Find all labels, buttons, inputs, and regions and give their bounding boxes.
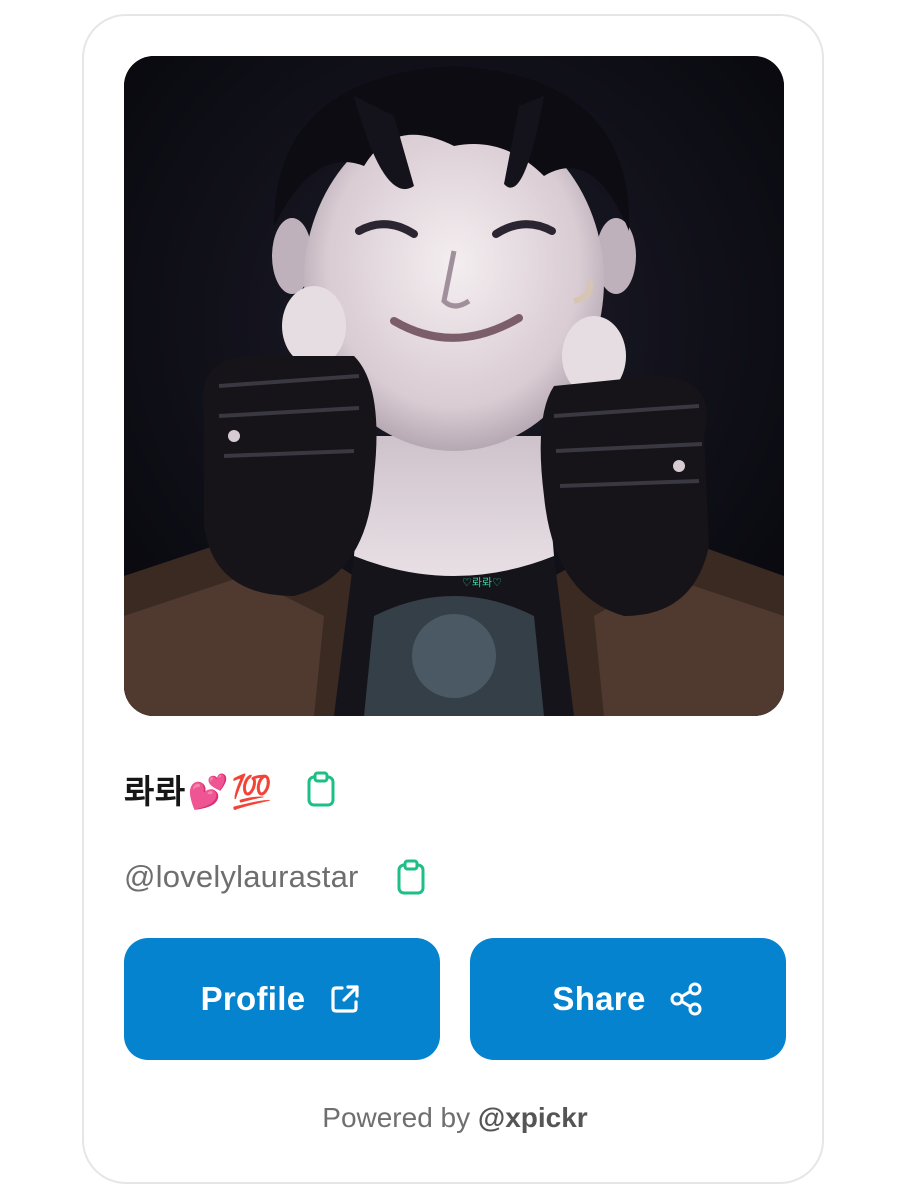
hundred-emoji: 💯 <box>231 772 273 811</box>
copy-handle-button[interactable] <box>393 857 429 897</box>
display-name-text: 롸롸 <box>124 772 186 811</box>
photo-caption: ♡롸롸♡ <box>462 576 502 589</box>
powered-by-brand-link[interactable]: @xpickr <box>478 1102 588 1133</box>
external-link-icon <box>327 981 363 1017</box>
share-button-label: Share <box>552 980 646 1017</box>
handle-row: @lovelylaurastar <box>124 852 429 902</box>
powered-by-footer: Powered by @xpickr <box>84 1102 826 1134</box>
clipboard-icon <box>307 771 335 807</box>
share-button[interactable]: Share <box>470 938 786 1060</box>
display-name-row: 롸롸💕💯 <box>124 764 339 814</box>
powered-by-prefix: Powered by <box>322 1102 478 1133</box>
username-handle: @lovelylaurastar <box>124 859 359 894</box>
share-icon <box>668 981 704 1017</box>
profile-photo: ♡롸롸♡ <box>124 56 784 716</box>
profile-button[interactable]: Profile <box>124 938 440 1060</box>
profile-button-label: Profile <box>200 980 306 1017</box>
hearts-emoji: 💕 <box>187 772 230 811</box>
clipboard-icon <box>397 859 425 895</box>
copy-name-button[interactable] <box>303 769 339 809</box>
profile-card: ♡롸롸♡ 롸롸💕💯 @lovelylaurastar Profile Share… <box>82 14 824 1184</box>
display-name: 롸롸💕💯 <box>124 765 273 813</box>
